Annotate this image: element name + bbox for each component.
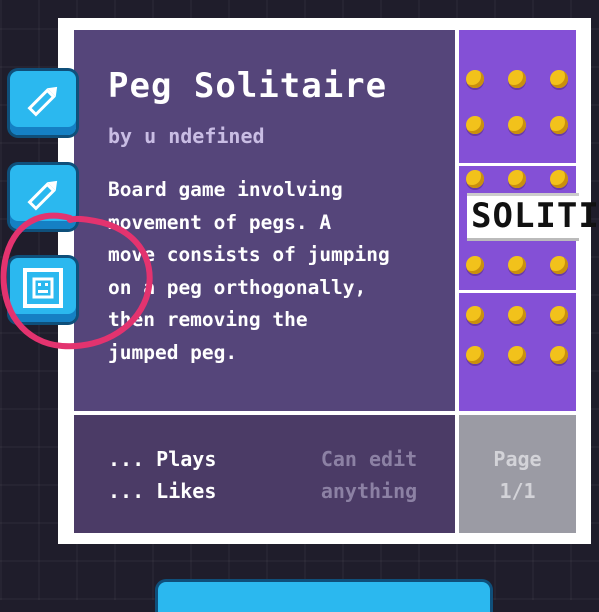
peg (466, 346, 484, 364)
stats-panel (74, 415, 455, 533)
plays-count: ... Plays (108, 447, 217, 471)
peg (550, 256, 568, 274)
peg (508, 116, 526, 134)
permission-line-2: anything (320, 479, 418, 503)
peg (508, 170, 526, 188)
peg (466, 116, 484, 134)
description-line: Board game involving (108, 178, 343, 201)
edit-button-2[interactable] (10, 165, 76, 229)
peg (466, 70, 484, 88)
peg (550, 70, 568, 88)
page-label: Page (493, 447, 542, 471)
pencil-icon (27, 180, 58, 211)
peg (550, 116, 568, 134)
description-line: movement of pegs. A (108, 210, 332, 234)
game-title: Peg Solitaire (108, 66, 388, 106)
peg (466, 170, 484, 188)
peg (466, 256, 484, 274)
bottom-action-button[interactable] (158, 582, 490, 612)
face-icon (23, 268, 63, 308)
peg (508, 346, 526, 364)
description-line: jumped peg. (108, 340, 238, 364)
game-description: Board game involving movement of pegs. A… (108, 174, 444, 369)
edit-button[interactable] (10, 71, 76, 135)
peg (550, 306, 568, 324)
game-author: by u ndefined (108, 124, 265, 148)
face-button[interactable] (10, 258, 76, 322)
likes-count: ... Likes (108, 479, 217, 503)
peg (508, 70, 526, 88)
description-line: then removing the (108, 308, 308, 331)
peg (550, 170, 568, 188)
peg (508, 306, 526, 324)
description-line: on a peg orthogonally, (108, 275, 367, 299)
preview-thumbnail (459, 30, 576, 163)
preview-title-text: SOLITI (471, 196, 599, 236)
peg (508, 256, 526, 274)
page-number: 1/1 (499, 479, 536, 503)
pencil-icon (27, 86, 58, 117)
peg (466, 306, 484, 324)
page-indicator: Page 1/1 (459, 415, 576, 533)
permission-line-1: Can edit (320, 447, 418, 471)
description-line: move consists of jumping (108, 243, 390, 266)
peg (550, 346, 568, 364)
